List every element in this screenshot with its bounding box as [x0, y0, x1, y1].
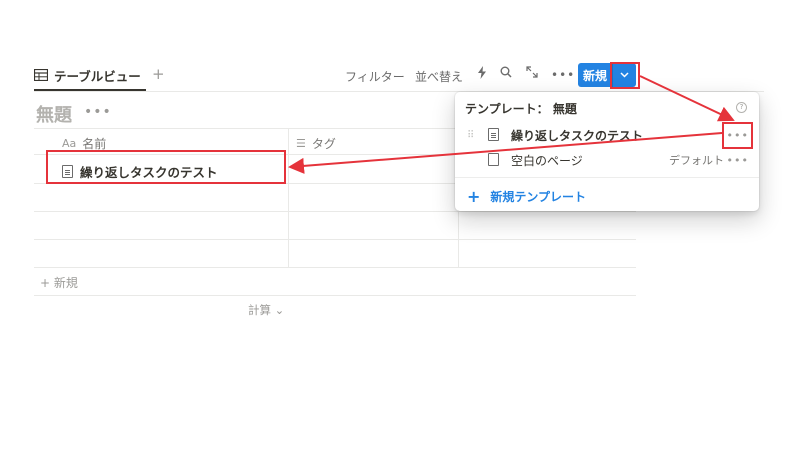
arrow-more-to-row — [288, 132, 723, 174]
annotation-arrows — [288, 75, 735, 174]
arrow-dropdown-to-more — [639, 75, 735, 122]
